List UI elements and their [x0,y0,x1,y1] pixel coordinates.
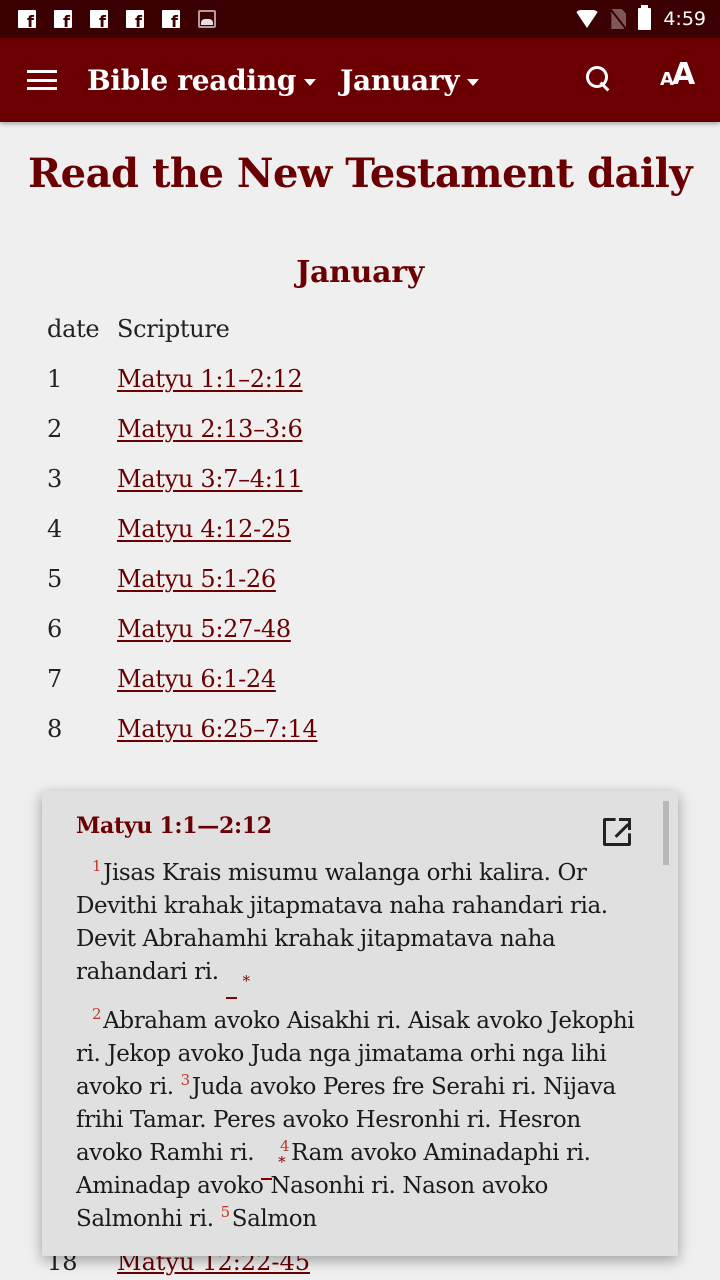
no-sim-icon [611,9,627,29]
book-dropdown[interactable]: Bible reading [87,63,317,97]
system-icons: 4:59 [575,5,706,30]
date-cell: 4 [47,515,63,543]
search-icon[interactable] [586,66,612,94]
table-row: 4 Matyu 4:12-25 [47,504,317,554]
verse-number: 2 [92,1005,102,1024]
facebook-icon [18,10,36,31]
verse-text: Jisas Krais misumu walanga orhi kalira. … [76,860,608,985]
month-dropdown[interactable]: January [340,63,480,97]
table-row: 2 Matyu 2:13–3:6 [47,404,317,454]
scripture-link[interactable]: Matyu 2:13–3:6 [117,415,303,443]
table-row: 3 Matyu 3:7–4:11 [47,454,317,504]
verse-text: Salmon [231,1206,317,1232]
facebook-icon [54,10,72,31]
image-icon [198,10,216,28]
font-size-icon[interactable]: A A [660,60,695,90]
paragraph: 1Jisas Krais misumu walanga orhi kalira.… [76,857,646,999]
month-heading: January [296,255,424,290]
dropdown-caret-icon [467,78,480,86]
scripture-link[interactable]: Matyu 6:1-24 [117,665,276,693]
scripture-column-header: Scripture [117,315,230,343]
scripture-link[interactable]: Matyu 3:7–4:11 [117,465,303,493]
book-dropdown-label: Bible reading [87,63,297,97]
table-row: 6 Matyu 5:27-48 [47,604,317,654]
date-column-header: date [47,315,100,343]
dropdown-caret-icon [304,78,317,86]
date-cell: 7 [47,665,63,693]
month-dropdown-label: January [340,63,460,97]
facebook-icon [162,10,180,31]
table-row: 8 Matyu 6:25–7:14 [47,704,318,754]
hamburger-menu-icon[interactable] [27,70,57,90]
verse-number: 3 [180,1071,191,1090]
popup-scrollbar[interactable] [663,801,669,865]
facebook-icon [90,10,108,31]
date-cell: 5 [47,565,63,593]
date-cell: 3 [47,465,63,493]
scripture-link[interactable]: Matyu 4:12-25 [117,515,291,543]
date-cell: 1 [47,365,63,393]
popup-reference: Matyu 1:1—2:12 [76,813,272,839]
notification-icons [18,10,216,31]
table-header-row: date Scripture [47,304,317,354]
date-cell: 8 [47,715,63,743]
wifi-icon [575,10,600,28]
reading-plan-content: Read the New Testament daily January dat… [0,122,720,754]
app-bar: Bible reading January A A [0,38,720,122]
paragraph: 2Abraham avoko Aisakhi ri. Aisak avoko J… [76,1005,646,1236]
date-cell: 6 [47,615,63,643]
readings-table: date Scripture 1 Matyu 1:1–2:12 2 Matyu 2:… [47,304,318,754]
clock: 4:59 [663,8,706,30]
verse-number: 5 [220,1203,231,1222]
table-row: 7 Matyu 6:1-24 [47,654,317,704]
page-title: Read the New Testament daily [27,150,693,197]
verse-number: 1 [92,857,102,876]
scripture-link[interactable]: Matyu 6:25–7:14 [117,715,318,743]
scripture-link[interactable]: Matyu 5:1-26 [117,565,276,593]
table-row: 1 Matyu 1:1–2:12 [47,354,317,404]
status-bar: 4:59 [0,0,720,38]
scripture-link[interactable]: Matyu 5:27-48 [117,615,291,643]
scripture-link[interactable]: Matyu 1:1–2:12 [117,365,303,393]
open-in-new-icon[interactable] [603,818,631,846]
table-row: 5 Matyu 5:1-26 [47,554,317,604]
battery-icon [638,5,652,30]
facebook-icon [126,10,144,31]
scripture-preview-popup[interactable]: Matyu 1:1—2:12 1Jisas Krais misumu walan… [42,791,678,1256]
popup-scripture-text: 1Jisas Krais misumu walanga orhi kalira.… [76,857,646,1252]
date-cell: 2 [47,415,63,443]
